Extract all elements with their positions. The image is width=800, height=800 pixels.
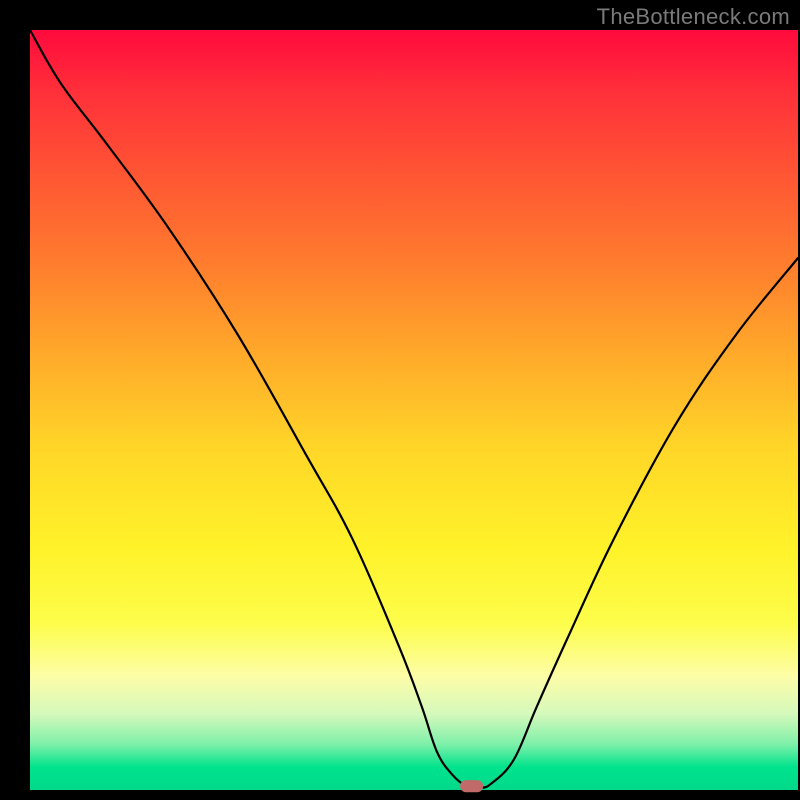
chart-area: TheBottleneck.com <box>0 0 800 800</box>
watermark-text: TheBottleneck.com <box>597 4 790 30</box>
bottleneck-marker-icon <box>30 30 798 790</box>
plot-gradient-area <box>30 30 798 790</box>
